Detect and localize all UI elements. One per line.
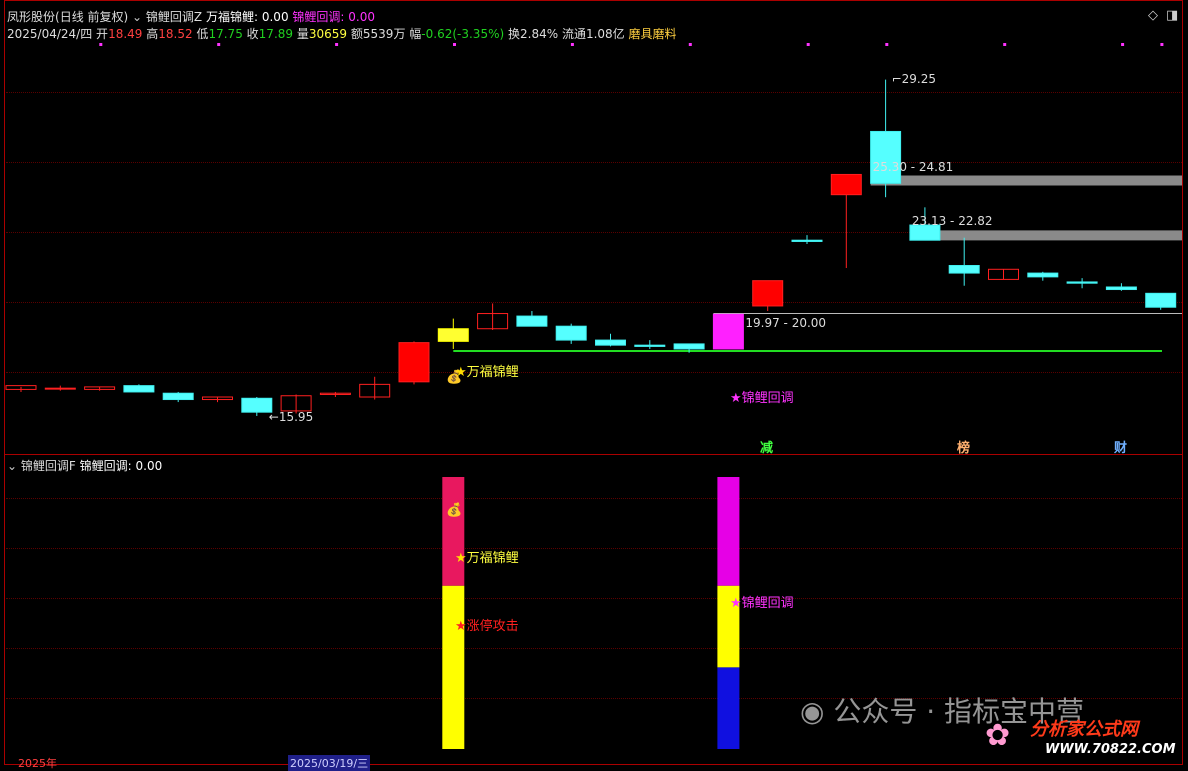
sub-indicator-name[interactable]: 锦鲤回调F [21,459,76,473]
flower-logo-icon: ✿ [985,718,1011,753]
logo-url: WWW.70822.COM [1045,742,1176,757]
candle-body [595,339,626,346]
grid-line [6,598,1182,599]
sub-signal-huitiao: ★锦鲤回调 [730,596,794,611]
candle-body [830,173,862,196]
signal-bang: 榜 [957,441,971,456]
signal-cai: 财 [1114,441,1128,456]
candle-body [1027,272,1059,278]
grid-line [6,498,1182,499]
candle-body [516,315,548,327]
grid-line [6,648,1182,649]
dot-marker [1003,43,1007,46]
signal-jian: 减 [760,441,774,456]
sub-value: 0.00 [135,459,163,473]
dot-marker [99,43,103,46]
zone-label: 23.13 - 22.82 [911,214,993,229]
candle-body [1105,286,1137,291]
candle-body [1066,281,1098,284]
signal-huitiao: ★锦鲤回调 [730,391,794,406]
candle-body [437,328,469,342]
sub-header: ⌄ 锦鲤回调F 锦鲤回调: 0.00 [7,457,162,474]
resistance-zone [870,175,1182,186]
dot-marker [806,43,810,46]
candle-body [241,397,273,413]
zone-label: 19.97 - 20.00 [745,315,827,330]
candle-body [44,387,76,390]
grid-line [6,548,1182,549]
dot-marker [453,43,456,46]
sub-signal-zhangting: ★涨停攻击 [455,619,519,634]
zone-label: 25.30 - 24.81 [872,159,954,174]
candlestick-chart[interactable] [0,0,1188,455]
candle-body [752,280,784,307]
candle-body [555,325,587,341]
dot-marker [1121,43,1125,46]
dot-marker [570,43,574,46]
dot-marker [335,43,339,46]
candle-body [123,385,155,393]
candle-body [791,239,823,242]
candle-body [634,344,666,347]
candle-body [1145,292,1177,308]
sub-label: 锦鲤回调: [79,459,132,473]
dot-marker [1160,43,1164,46]
wechat-icon: ◉ [800,695,834,728]
collapse-icon[interactable]: ⌄ [7,459,17,473]
sub-signal-wanfu: ★万福锦鲤 [455,551,519,566]
candle-body [162,392,194,401]
money-bag-icon: 💰 [446,503,463,518]
high-price-label: ⌐29.25 [891,71,937,86]
dot-marker [688,43,692,46]
low-price-label: ←15.95 [268,409,314,424]
dot-marker [217,43,221,46]
signal-wanfu: ★万福锦鲤 [455,365,519,380]
candle-body [870,130,902,184]
logo-name: 分析家公式网 [1030,719,1138,740]
resistance-zone [909,230,1182,241]
candle-body [673,343,705,350]
dot-marker [885,43,889,46]
candle-body [948,264,980,274]
candle-body [712,313,744,350]
candle-body [398,342,430,383]
